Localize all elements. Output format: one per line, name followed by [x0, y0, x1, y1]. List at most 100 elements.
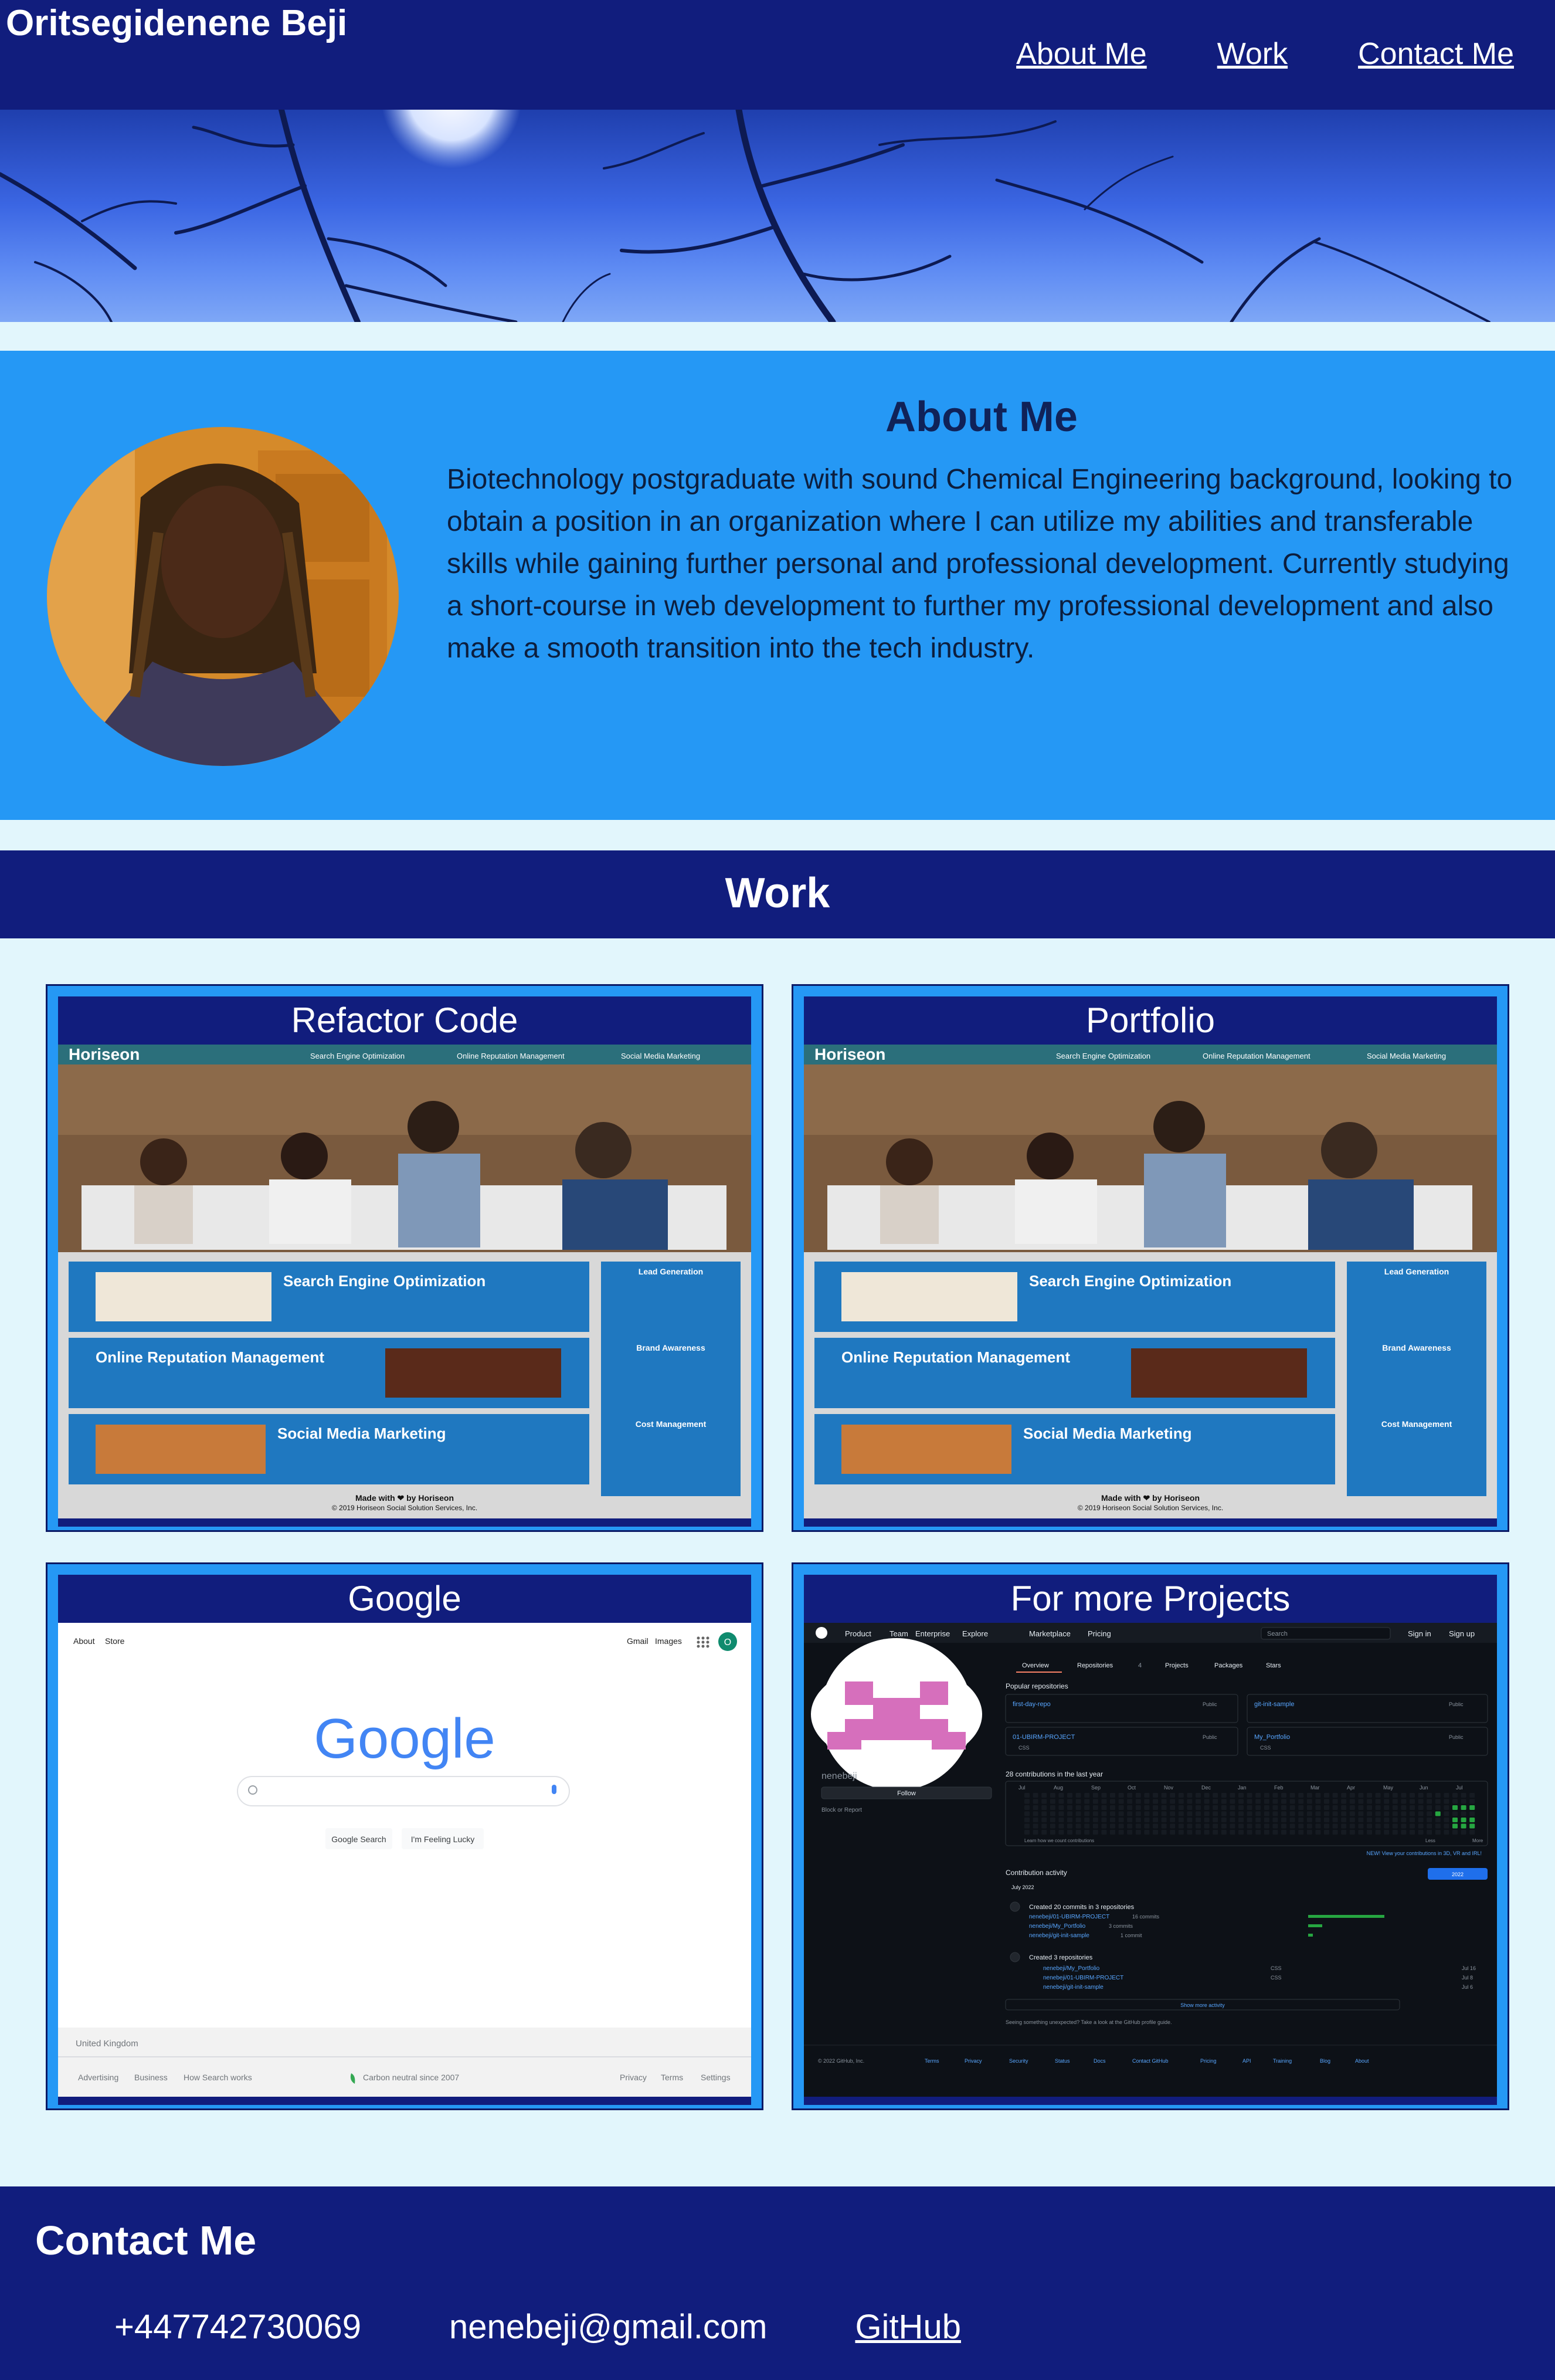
gh-contribution-cell: [1050, 1811, 1055, 1816]
gh-contribution-cell: [1230, 1799, 1235, 1804]
nav-link-contact-me[interactable]: Contact Me: [1358, 36, 1514, 72]
gh-contribution-cell: [1401, 1793, 1407, 1798]
gh-contribution-cell: [1058, 1818, 1064, 1822]
gh-contribution-cell: [1170, 1830, 1176, 1835]
gh-contribution-cell: [1153, 1805, 1158, 1810]
gh-contribution-cell: [1127, 1823, 1133, 1829]
project-screenshot[interactable]: About Store Gmail Images O Google Google…: [58, 1623, 751, 2097]
gh-contribution-cell: [1144, 1823, 1150, 1829]
project-title: Portfolio: [1085, 1001, 1216, 1040]
profile-photo: [47, 427, 399, 766]
gh-contribution-cell: [1264, 1793, 1269, 1798]
gh-contribution-cell: [1461, 1799, 1466, 1804]
shot-top-gmail: Gmail: [627, 1636, 649, 1646]
gh-contribution-cell: [1332, 1830, 1338, 1835]
gh-contribution-cell: [1084, 1805, 1090, 1810]
project-card-google[interactable]: Google About Store Gmail Images O Google…: [46, 1562, 763, 2110]
project-screenshot[interactable]: Horiseon Search Engine Optimization Onli…: [58, 1045, 751, 1518]
shot-footer: Made with ❤ by Horiseon: [1101, 1493, 1200, 1503]
nav-link-about-me[interactable]: About Me: [1016, 36, 1147, 72]
gh-contribution-cell: [1452, 1793, 1458, 1798]
gh-contribution-cell: [1144, 1799, 1150, 1804]
gh-contribution-cell: [1264, 1823, 1269, 1829]
gh-contribution-cell: [1075, 1793, 1081, 1798]
gh-contribution-cell: [1118, 1818, 1124, 1822]
gh-contribution-cell: [1024, 1793, 1030, 1798]
gh-commit-repo-3: nenebeji/git-init-sample: [1029, 1933, 1089, 1939]
site-title: Oritsegidenene Beji: [6, 3, 348, 43]
gh-contribution-cell: [1281, 1805, 1286, 1810]
shot-section-2: Online Reputation Management: [841, 1348, 1070, 1366]
gh-contribution-cell: [1033, 1823, 1038, 1829]
svg-text:Pricing: Pricing: [1200, 2058, 1217, 2064]
project-screenshot[interactable]: Product Team Enterprise Explore Marketpl…: [804, 1623, 1497, 2097]
gh-contribution-cell: [1238, 1811, 1244, 1816]
gh-contribution-cell: [1196, 1830, 1201, 1835]
gh-contribution-cell: [1092, 1818, 1098, 1822]
gh-contribution-cell: [1358, 1793, 1364, 1798]
gh-contribution-cell: [1033, 1811, 1038, 1816]
gh-contribution-cell: [1469, 1793, 1475, 1798]
gh-contribution-cell: [1024, 1799, 1030, 1804]
gh-contribution-cell: [1067, 1811, 1072, 1816]
gh-contribution-cell: [1341, 1830, 1347, 1835]
github-link[interactable]: GitHub: [855, 2307, 961, 2347]
gh-contribution-cell: [1075, 1805, 1081, 1810]
gh-commit-bar-3: [1308, 1934, 1313, 1937]
gh-contribution-cell: [1452, 1823, 1458, 1829]
gh-contribution-cell: [1375, 1823, 1381, 1829]
gh-contribution-cell: [1410, 1811, 1415, 1816]
gh-contribution-cell: [1144, 1811, 1150, 1816]
gh-new-note: NEW! View your contributions in 3D, VR a…: [1367, 1850, 1482, 1856]
shot-footer-terms: Terms: [661, 2073, 683, 2082]
about-description: Biotechnology postgraduate with sound Ch…: [447, 464, 1513, 664]
gh-contribution-cell: [1153, 1818, 1158, 1822]
gh-contribution-cell: [1324, 1799, 1329, 1804]
gh-contribution-cell: [1418, 1811, 1424, 1816]
gh-contrib-title: 28 contributions in the last year: [1006, 1770, 1103, 1778]
gh-contribution-cell: [1092, 1811, 1098, 1816]
shot-nav-1: Search Engine Optimization: [1056, 1052, 1150, 1060]
shot-side-3: Cost Management: [636, 1419, 707, 1429]
gh-contribution-cell: [1410, 1823, 1415, 1829]
gh-contribution-cell: [1135, 1823, 1141, 1829]
contact-section: Contact Me +447742730069 nenebeji@gmail.…: [0, 2186, 1555, 2380]
gh-contribution-cell: [1306, 1799, 1312, 1804]
gh-contribution-cell: [1255, 1793, 1261, 1798]
project-screenshot[interactable]: Horiseon Search Engine Optimization Onli…: [804, 1045, 1497, 1518]
project-card-portfolio[interactable]: Portfolio Horiseon Search Engine Optimiz…: [792, 984, 1509, 1532]
gh-repo-2-badge: Public: [1449, 1701, 1464, 1707]
gh-contribution-cell: [1213, 1799, 1218, 1804]
gh-contribution-cell: [1101, 1823, 1107, 1829]
project-card-more-projects[interactable]: For more Projects Product Team Enterpris…: [792, 1562, 1509, 2110]
nav-link-work[interactable]: Work: [1217, 36, 1288, 72]
gh-contribution-cell: [1315, 1830, 1321, 1835]
gh-contribution-cell: [1469, 1830, 1475, 1835]
gh-contribution-cell: [1067, 1823, 1072, 1829]
shot-footer: Made with ❤ by Horiseon: [355, 1493, 454, 1503]
shot-top-images: Images: [655, 1636, 682, 1646]
project-title: Google: [348, 1579, 461, 1618]
apps-grid-icon: [697, 1636, 709, 1648]
gh-contribution-cell: [1153, 1811, 1158, 1816]
gh-contribution-cell: [1469, 1805, 1475, 1810]
gh-contribution-cell: [1444, 1805, 1449, 1810]
shot-top-store: Store: [105, 1636, 125, 1646]
gh-contribution-cell: [1247, 1805, 1252, 1810]
gh-contribution-cell: [1427, 1818, 1432, 1822]
gh-contribution-cell: [1170, 1818, 1176, 1822]
gh-contribution-cell: [1341, 1799, 1347, 1804]
gh-contribution-cell: [1401, 1830, 1407, 1835]
site-header: Oritsegidenene Beji About Me Work Contac…: [0, 0, 1555, 110]
contact-title: Contact Me: [35, 2218, 257, 2263]
gh-contribution-cell: [1452, 1799, 1458, 1804]
gh-contribution-cell: [1067, 1805, 1072, 1810]
gh-contribution-cell: [1110, 1799, 1115, 1804]
gh-contribution-cell: [1118, 1811, 1124, 1816]
project-card-header: Google: [58, 1575, 751, 1623]
gh-contribution-cell: [1401, 1811, 1407, 1816]
gh-contribution-cell: [1170, 1823, 1176, 1829]
branch-silhouettes: [0, 110, 1491, 322]
project-card-refactor-code[interactable]: Refactor Code Horiseon Search Engine Opt…: [46, 984, 763, 1532]
gh-contribution-cell: [1272, 1793, 1278, 1798]
